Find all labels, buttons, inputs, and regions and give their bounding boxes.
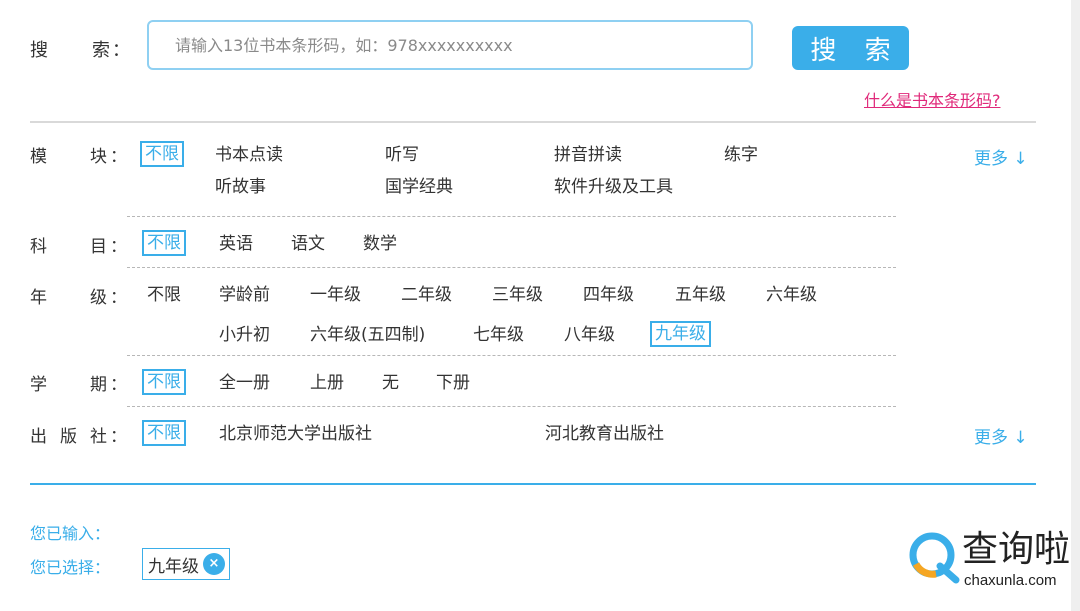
subject-dashed-divider <box>127 267 896 268</box>
subject-option-math[interactable]: 数学 <box>363 232 397 256</box>
selected-label: 您已选择： <box>30 558 111 577</box>
term-label-char-1: 学 <box>30 375 47 395</box>
module-option-software-tools[interactable]: 软件升级及工具 <box>554 175 673 199</box>
publisher-option-bnu-press[interactable]: 北京师范大学出版社 <box>219 422 372 446</box>
subject-option-english[interactable]: 英语 <box>219 232 253 256</box>
term-label-colon: ： <box>110 375 127 395</box>
module-option-pinyin[interactable]: 拼音拼读 <box>554 143 622 167</box>
publisher-label-char-3: 社 <box>90 427 107 447</box>
term-option-second-volume[interactable]: 下册 <box>436 371 470 395</box>
term-option-any[interactable]: 不限 <box>142 369 186 395</box>
grade-option-grade-7[interactable]: 七年级 <box>473 323 524 347</box>
selected-chip-grade-9: 九年级 × <box>142 548 230 580</box>
chaxunla-watermark: 查询啦 chaxunla.com <box>906 528 1076 590</box>
search-label-char-1: 搜 <box>30 40 48 61</box>
page: 搜 索 ： 搜 索 什么是书本条形码? 模 块 ： 不限 书本点读 听写 拼音拼… <box>0 0 1080 611</box>
publisher-option-any[interactable]: 不限 <box>142 420 186 446</box>
grade-option-any[interactable]: 不限 <box>147 283 181 307</box>
publisher-more-link[interactable]: 更多 ↓ <box>974 423 1028 448</box>
module-option-any[interactable]: 不限 <box>140 141 184 167</box>
grade-option-grade-4[interactable]: 四年级 <box>583 283 634 307</box>
module-option-dictation[interactable]: 听写 <box>385 143 419 167</box>
term-option-none[interactable]: 无 <box>382 371 399 395</box>
publisher-label-colon: ： <box>110 427 127 447</box>
summary-divider <box>30 483 1036 485</box>
module-option-classics[interactable]: 国学经典 <box>385 175 453 199</box>
subject-label-char-1: 科 <box>30 237 47 257</box>
grade-dashed-divider <box>127 355 896 356</box>
search-label-char-2: 索 <box>92 40 110 61</box>
remove-chip-icon[interactable]: × <box>203 553 225 575</box>
module-label-char-1: 模 <box>30 147 47 167</box>
grade-label-char-1: 年 <box>30 288 47 308</box>
module-dashed-divider <box>127 216 896 217</box>
subject-label: 科 目 ： <box>30 232 130 257</box>
top-divider <box>30 121 1036 123</box>
module-label-char-2: 块 <box>90 147 107 167</box>
grade-option-junior-prep[interactable]: 小升初 <box>219 323 270 347</box>
page-scrollbar[interactable] <box>1071 0 1080 611</box>
module-label: 模 块 ： <box>30 142 130 167</box>
chaxunla-logo-icon <box>909 532 960 584</box>
term-dashed-divider <box>127 406 896 407</box>
watermark-domain-text: chaxunla.com <box>964 572 1057 589</box>
grade-option-grade-5[interactable]: 五年级 <box>675 283 726 307</box>
grade-option-grade-2[interactable]: 二年级 <box>401 283 452 307</box>
subject-option-any[interactable]: 不限 <box>142 230 186 256</box>
publisher-label: 出 版 社 ： <box>30 422 130 447</box>
term-option-first-volume[interactable]: 上册 <box>310 371 344 395</box>
watermark-chinese-text: 查询啦 <box>962 529 1071 570</box>
grade-label-char-2: 级 <box>90 288 107 308</box>
term-label-char-2: 期 <box>90 375 107 395</box>
module-option-stories[interactable]: 听故事 <box>215 175 266 199</box>
subject-label-char-2: 目 <box>90 237 107 257</box>
term-label: 学 期 ： <box>30 370 130 395</box>
subject-option-chinese[interactable]: 语文 <box>291 232 325 256</box>
grade-option-grade-3[interactable]: 三年级 <box>492 283 543 307</box>
module-option-book-reading[interactable]: 书本点读 <box>215 143 283 167</box>
grade-label-colon: ： <box>110 288 127 308</box>
barcode-help-link[interactable]: 什么是书本条形码? <box>864 87 1001 111</box>
entered-label: 您已输入： <box>30 524 111 543</box>
search-button[interactable]: 搜 索 <box>792 26 909 70</box>
grade-option-grade-6-54[interactable]: 六年级(五四制) <box>310 323 425 347</box>
term-option-full-volume[interactable]: 全一册 <box>219 371 270 395</box>
publisher-label-char-1: 出 <box>30 427 47 447</box>
grade-option-grade-1[interactable]: 一年级 <box>310 283 361 307</box>
publisher-label-char-2: 版 <box>60 427 77 447</box>
module-label-colon: ： <box>110 147 127 167</box>
module-more-link[interactable]: 更多 ↓ <box>974 144 1028 169</box>
selected-chip-label: 九年级 <box>148 556 199 577</box>
barcode-search-input[interactable] <box>147 20 753 70</box>
module-option-calligraphy[interactable]: 练字 <box>724 143 758 167</box>
grade-option-preschool[interactable]: 学龄前 <box>219 283 270 307</box>
grade-option-grade-8[interactable]: 八年级 <box>564 323 615 347</box>
subject-label-colon: ： <box>110 237 127 257</box>
grade-option-grade-9[interactable]: 九年级 <box>650 321 711 347</box>
search-label-colon: ： <box>112 40 130 61</box>
publisher-option-hebei-edu-press[interactable]: 河北教育出版社 <box>545 422 664 446</box>
grade-label: 年 级 ： <box>30 283 130 308</box>
grade-option-grade-6[interactable]: 六年级 <box>766 283 817 307</box>
search-label: 搜 索 ： <box>30 36 130 61</box>
